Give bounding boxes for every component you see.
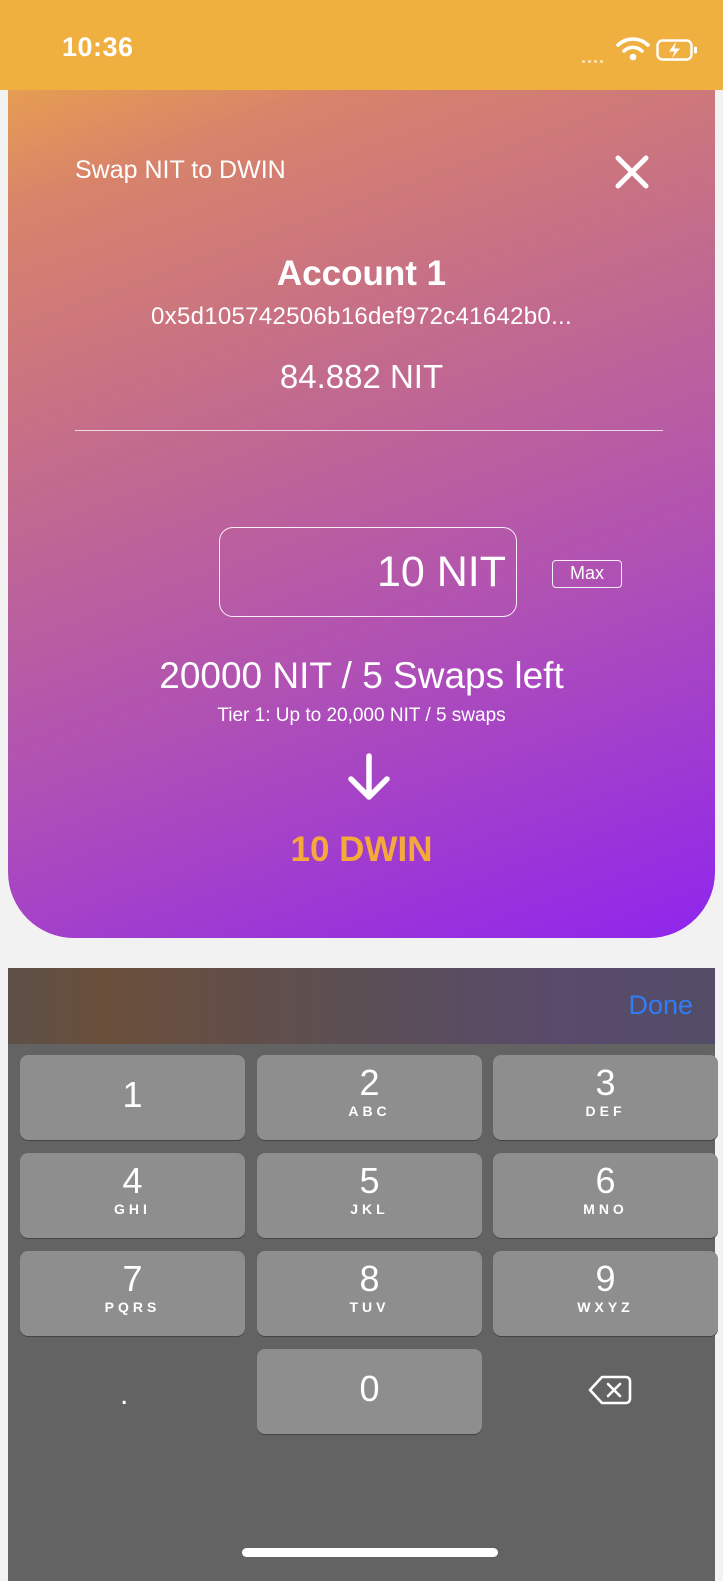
key-digit: 2 [359,1062,380,1103]
page-title: Swap NIT to DWIN [75,156,286,184]
screen: 10:36 Swap NIT to DWIN Account 1 0x5d105… [0,0,723,1581]
result-amount: 10 DWIN [290,830,433,869]
key-digit: 9 [595,1258,616,1299]
key-digit: 0 [359,1368,380,1409]
swaps-left-text: 20000 NIT / 5 Swaps left [159,655,564,696]
key-digit: 7 [122,1258,143,1299]
status-bar: 10:36 [0,0,723,90]
account-address: 0x5d105742506b16def972c41642b0... [151,303,572,330]
wifi-icon [616,37,650,61]
account-name: Account 1 [276,254,447,293]
key-1[interactable]: 1 [20,1055,245,1140]
key-digit: 1 [122,1074,143,1115]
amount-input[interactable]: 10 NIT [219,527,517,617]
max-button[interactable]: Max [552,560,622,588]
key-letters: DEF [585,1103,626,1119]
battery-charging-icon [656,39,697,61]
key-6[interactable]: 6 MNO [493,1153,718,1238]
amount-value: 10 NIT [376,548,506,596]
key-7[interactable]: 7 PQRS [20,1251,245,1336]
key-4[interactable]: 4 GHI [20,1153,245,1238]
key-letters: MNO [583,1201,628,1217]
key-letters: WXYZ [577,1299,634,1315]
key-9[interactable]: 9 WXYZ [493,1251,718,1336]
key-0[interactable]: 0 [257,1349,482,1434]
key-letters: TUV [349,1299,390,1315]
key-digit: 4 [122,1160,143,1201]
backspace-icon[interactable] [588,1374,632,1406]
key-2[interactable]: 2 ABC [257,1055,482,1140]
cellular-signal-icon [582,50,612,63]
key-letters: JKL [350,1201,389,1217]
keyboard-toolbar: Done [8,968,715,1044]
arrow-down-icon [348,753,390,800]
key-8[interactable]: 8 TUV [257,1251,482,1336]
key-digit: 3 [595,1062,616,1103]
key-5[interactable]: 5 JKL [257,1153,482,1238]
status-time: 10:36 [62,32,134,62]
key-letters: ABC [348,1103,391,1119]
key-digit: 8 [359,1258,380,1299]
tier-text: Tier 1: Up to 20,000 NIT / 5 swaps [217,705,506,726]
key-letters: GHI [114,1201,151,1217]
key-3[interactable]: 3 DEF [493,1055,718,1140]
key-letters: PQRS [104,1299,161,1315]
key-digit: 5 [359,1160,380,1201]
divider [75,430,663,431]
home-indicator [242,1548,498,1557]
close-icon[interactable] [610,150,654,194]
account-balance: 84.882 NIT [279,358,444,395]
done-button[interactable]: Done [628,990,693,1021]
key-decimal[interactable]: . [120,1378,128,1412]
key-digit: 6 [595,1160,616,1201]
